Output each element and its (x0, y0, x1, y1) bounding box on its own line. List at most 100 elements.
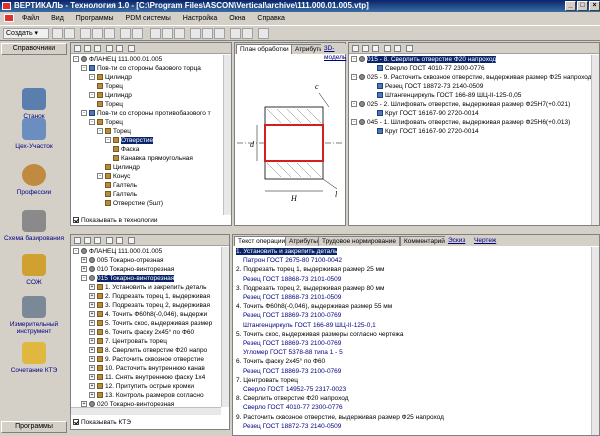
expand-icon[interactable]: + (89, 347, 95, 354)
checkbox-icon[interactable] (73, 217, 79, 224)
document-icon[interactable] (4, 14, 14, 23)
redo-icon[interactable] (132, 28, 143, 39)
route-tree-scrollbar[interactable] (221, 247, 229, 407)
tab-drawing[interactable]: Чертеж (471, 236, 500, 246)
collapse-icon[interactable]: - (351, 74, 357, 81)
tree-node[interactable]: Цилиндр (105, 163, 140, 172)
menu-pdm[interactable]: PDM системы (122, 15, 175, 22)
tree-tool-icon-4[interactable] (106, 45, 113, 52)
expand-icon[interactable]: + (89, 356, 95, 363)
copy-icon[interactable] (92, 28, 103, 39)
tree-node[interactable]: - Пов-ти со стороны базового торца (81, 64, 201, 73)
tree-node[interactable]: Торец (97, 82, 123, 91)
programs-footer[interactable]: Программы (1, 421, 67, 433)
op-text-step[interactable]: 1. Установить и закрепить деталь (236, 247, 338, 256)
tree-node[interactable]: Отверстие (5шт) (105, 199, 163, 208)
route-node[interactable]: +010 Токарно-винторезная (81, 265, 174, 274)
lp-item-coolant[interactable]: СОЖ (2, 254, 66, 286)
op-text-tool[interactable]: Угломер ГОСТ 5378-88 типа 1 - 5 (243, 348, 343, 357)
op-text-tool[interactable]: Резец ГОСТ 18868-73 2101-0509 (243, 293, 341, 302)
lp-item-basing[interactable]: Схема базирования (2, 210, 66, 242)
collapse-icon[interactable]: - (351, 101, 357, 108)
ops-tool-icon-3[interactable] (372, 45, 379, 52)
ops-tool-icon-2[interactable] (362, 45, 369, 52)
op-text-step[interactable]: 5. Точить скос, выдерживая размеры согла… (236, 330, 403, 339)
op-text-tool[interactable]: Сверло ГОСТ 4010-77 2300-0776 (243, 403, 343, 412)
tree-node[interactable]: Фаска (113, 145, 139, 154)
operation-step[interactable]: - 045 - 1. Шлифовать отверстие, выдержива… (351, 118, 570, 127)
route-tool-icon-1[interactable] (74, 237, 81, 244)
menu-windows[interactable]: Окна (225, 15, 249, 22)
route-node[interactable]: - 015 Токарно-винторезная (81, 274, 175, 283)
lp-item-workshop[interactable]: Цех-Участок (2, 118, 66, 150)
menu-view[interactable]: Вид (47, 15, 68, 22)
tab-operation-text[interactable]: Текст операции (234, 236, 290, 246)
expand-icon[interactable]: + (89, 329, 95, 336)
expand-icon[interactable]: + (89, 374, 95, 381)
tool-icon-4[interactable] (190, 28, 201, 39)
lp-item-professions[interactable]: Профессии (2, 164, 66, 196)
op-text-step[interactable]: 3. Подрезать торец 2, выдерживая размер … (236, 284, 384, 293)
op-text-step[interactable]: 7. Центровать торец (236, 376, 298, 385)
tree-tool-icon-5[interactable] (116, 45, 123, 52)
op-text-tool[interactable]: Резец ГОСТ 18869-73 2100-0769 (243, 367, 341, 376)
op-text-step[interactable]: 8. Сверлить отверстие Ф20 напроход (236, 394, 349, 403)
tab-comment[interactable]: Комментарий (400, 236, 449, 246)
paste-icon[interactable] (104, 28, 115, 39)
help-icon[interactable] (258, 28, 269, 39)
tree-node[interactable]: Галтель (105, 181, 137, 190)
collapse-icon[interactable]: - (89, 74, 95, 81)
route-node[interactable]: +7. Центровать торец (89, 337, 167, 346)
tree-tool-icon-2[interactable] (84, 45, 91, 52)
kte-tree-scrollbar[interactable] (223, 55, 231, 215)
operation-step[interactable]: - 015 - 8. Сверлить отверстие Ф20 напрохо… (351, 55, 497, 64)
route-root[interactable]: - ФЛАНЕЦ 111.000.01.005 (73, 247, 162, 256)
route-node[interactable]: +020 Токарно-винторезная (81, 400, 174, 407)
open-icon[interactable] (52, 28, 63, 39)
tab-sketch[interactable]: Эскиз (445, 236, 469, 246)
operation-tool[interactable]: Круг ГОСТ 16167-90 2720-0014 (369, 127, 479, 136)
expand-icon[interactable]: + (89, 302, 95, 309)
operation-tool[interactable]: Круг ГОСТ 16167-90 2720-0014 (369, 109, 479, 118)
collapse-icon[interactable]: - (105, 137, 111, 144)
menu-settings[interactable]: Настройка (179, 15, 221, 22)
op-text-tool[interactable]: Сверло ГОСТ 14952-75 2317-0023 (243, 385, 346, 394)
route-tool-icon-5[interactable] (116, 237, 123, 244)
tool-icon-7[interactable] (230, 28, 241, 39)
operation-tool[interactable]: Резец ГОСТ 18872-73 2140-0509 (369, 82, 483, 91)
route-node[interactable]: +3. Подрезать торец 2, выдерживая (89, 301, 210, 310)
ops-delete-icon[interactable] (406, 45, 413, 52)
menu-programs[interactable]: Программы (72, 15, 118, 22)
expand-icon[interactable]: + (89, 284, 95, 291)
op-text-step[interactable]: 4. Точить Ф60h8(-0,046), выдерживая разм… (236, 302, 392, 311)
route-node[interactable]: +1. Установить и закрепить деталь (89, 283, 206, 292)
tab-3d-model[interactable]: 3D-модель (321, 44, 350, 61)
tab-op-attributes[interactable]: Атрибуты (285, 236, 322, 246)
operation-text-scrollbar[interactable] (591, 247, 599, 435)
expand-icon[interactable]: + (89, 311, 95, 318)
menu-file[interactable]: Файл (18, 15, 43, 22)
operations-scrollbar[interactable] (591, 55, 599, 225)
route-tree-hscrollbar[interactable] (71, 407, 221, 415)
tree-node[interactable]: - Отверстие (105, 136, 154, 145)
op-text-tool[interactable]: Резец ГОСТ 18869-73 2100-0769 (243, 311, 341, 320)
tool-icon-6[interactable] (214, 28, 225, 39)
collapse-icon[interactable]: - (351, 119, 357, 126)
collapse-icon[interactable]: - (81, 65, 87, 72)
expand-icon[interactable]: + (89, 338, 95, 345)
collapse-icon[interactable]: - (97, 173, 103, 180)
route-node[interactable]: +13. Контроль размеров согласно (89, 391, 204, 400)
operation-step[interactable]: - 025 - 2. Шлифовать отверстие, выдержива… (351, 100, 570, 109)
tool-icon-8[interactable] (242, 28, 253, 39)
tree-node[interactable]: - Цилиндр (89, 73, 132, 82)
tree-node[interactable]: - Пов-ти со стороны противобазового т (81, 109, 211, 118)
tree-node[interactable]: Торец (97, 100, 123, 109)
op-text-tool[interactable]: Резец ГОСТ 18869-73 2100-0769 (243, 339, 341, 348)
collapse-icon[interactable]: - (81, 110, 87, 117)
ops-tool-icon-1[interactable] (352, 45, 359, 52)
op-text-tool[interactable]: Штангенциркуль ГОСТ 166-89 ШЦ-II-125-0,1 (243, 321, 376, 330)
route-node[interactable]: +2. Подрезать торец 1, выдерживая (89, 292, 210, 301)
lp-item-measure[interactable]: Измерительный инструмент (2, 296, 66, 335)
tree-tool-icon-3[interactable] (94, 45, 101, 52)
collapse-icon[interactable]: - (89, 119, 95, 126)
